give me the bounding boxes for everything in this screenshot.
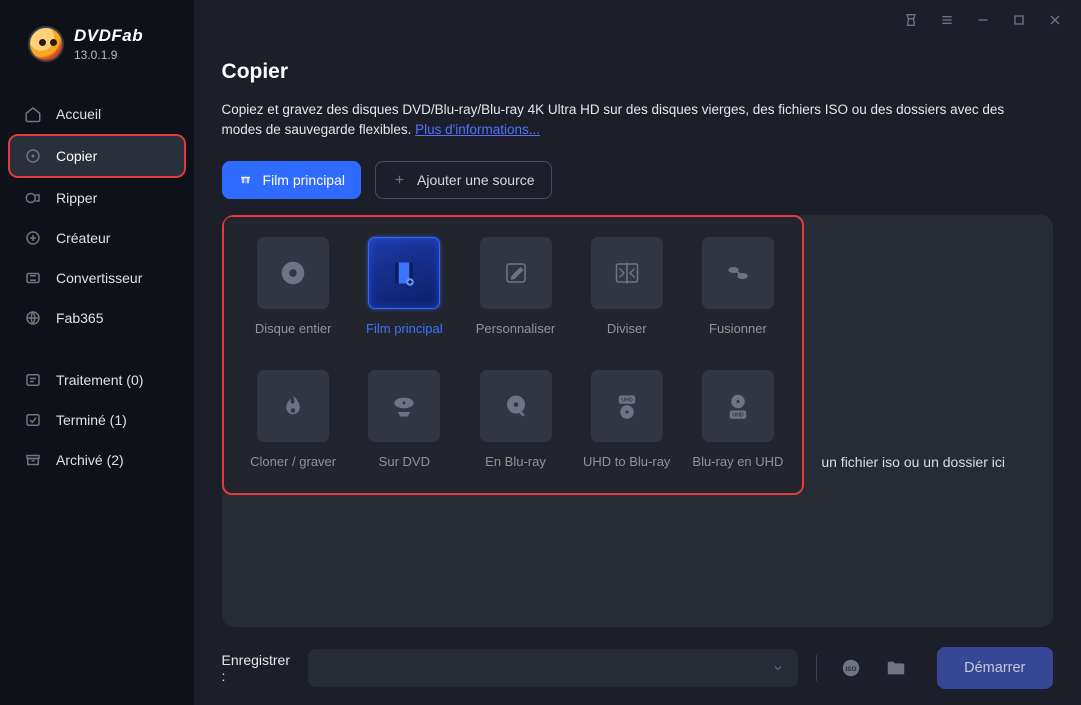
film-principal-button[interactable]: Film principal [222,161,361,199]
mode-bluray-to-uhd[interactable]: UHD Blu-ray en UHD [682,370,793,483]
save-destination-select[interactable] [308,649,798,687]
clapper-icon [238,172,253,187]
sidebar-item-label: Accueil [56,106,101,122]
button-label: Ajouter une source [417,172,535,188]
start-button[interactable]: Démarrer [937,647,1053,689]
bluray-to-uhd-icon: UHD [720,388,756,424]
sidebar-item-label: Archivé (2) [56,452,124,468]
uhd-to-bluray-icon: UHD [609,388,645,424]
dropzone-hint: un fichier iso ou un dossier ici [821,454,1005,470]
maximize-icon[interactable] [1011,12,1027,28]
sidebar-item-done[interactable]: Terminé (1) [10,400,184,440]
sidebar-item-home[interactable]: Accueil [10,94,184,134]
button-label: Film principal [263,172,345,188]
button-label: Démarrer [964,660,1025,676]
brand-block: DVDFab 13.0.1.9 [0,18,194,80]
mode-label: Personnaliser [476,321,556,336]
sidebar-item-ripper[interactable]: Ripper [10,178,184,218]
mode-full-disc[interactable]: Disque entier [238,237,349,350]
sidebar-item-label: Fab365 [56,310,103,326]
save-label: Enregistrer : [222,652,296,684]
dropzone[interactable]: Disque entier Film principal Personnalis… [222,215,1053,628]
archive-icon [24,451,42,469]
mode-label: Film principal [366,321,443,336]
folder-icon [885,657,907,679]
sidebar-item-label: Créateur [56,230,110,246]
to-dvd-icon [386,388,422,424]
menu-icon[interactable] [939,12,955,28]
converter-icon [24,269,42,287]
split-icon [609,255,645,291]
mode-main-movie[interactable]: Film principal [349,237,460,350]
mode-label: Blu-ray en UHD [692,454,783,469]
sidebar: DVDFab 13.0.1.9 Accueil Copier Ripper Cr… [0,0,194,705]
mode-label: Cloner / graver [250,454,336,469]
toolbar: Film principal Ajouter une source [222,161,1053,199]
sidebar-item-label: Traitement (0) [56,372,143,388]
footer-bar: Enregistrer : ISO Démarrer [222,647,1053,689]
sidebar-item-copier[interactable]: Copier [10,136,184,176]
done-icon [24,411,42,429]
sidebar-item-archived[interactable]: Archivé (2) [10,440,184,480]
iso-icon: ISO [840,657,862,679]
sidebar-item-fab365[interactable]: Fab365 [10,298,184,338]
page-title: Copier [222,60,1053,84]
film-icon [386,255,422,291]
main-area: Copier Copiez et gravez des disques DVD/… [194,0,1081,705]
sidebar-item-label: Ripper [56,190,97,206]
page-description-text: Copiez et gravez des disques DVD/Blu-ray… [222,102,1005,137]
sidebar-item-creator[interactable]: Créateur [10,218,184,258]
mode-uhd-to-bluray[interactable]: UHD UHD to Blu-ray [571,370,682,483]
add-source-button[interactable]: Ajouter une source [375,161,552,199]
mode-label: UHD to Blu-ray [583,454,670,469]
mode-merge[interactable]: Fusionner [682,237,793,350]
sidebar-item-label: Copier [56,148,97,164]
sidebar-nav: Accueil Copier Ripper Créateur Convertis… [0,94,194,480]
app-version: 13.0.1.9 [74,48,143,62]
app-name: DVDFab [74,26,143,46]
svg-text:UHD: UHD [621,397,633,403]
to-bluray-icon [498,388,534,424]
svg-text:ISO: ISO [845,666,856,673]
minimize-icon[interactable] [975,12,991,28]
sidebar-item-converter[interactable]: Convertisseur [10,258,184,298]
mode-to-dvd[interactable]: Sur DVD [349,370,460,483]
plus-icon [392,172,407,187]
burn-icon [275,388,311,424]
sidebar-item-processing[interactable]: Traitement (0) [10,360,184,400]
ripper-icon [24,189,42,207]
mode-label: Fusionner [709,321,767,336]
svg-text:UHD: UHD [732,412,744,418]
creator-icon [24,229,42,247]
app-logo-icon [28,26,64,62]
mode-label: Disque entier [255,321,332,336]
chevron-down-icon [772,662,784,674]
close-icon[interactable] [1047,12,1063,28]
separator [816,655,817,681]
sidebar-item-label: Convertisseur [56,270,142,286]
page-description: Copiez et gravez des disques DVD/Blu-ray… [222,100,1042,141]
mode-label: Sur DVD [379,454,430,469]
mode-label: Diviser [607,321,647,336]
merge-icon [720,255,756,291]
disc-icon [24,147,42,165]
sidebar-item-label: Terminé (1) [56,412,127,428]
theme-icon[interactable] [903,12,919,28]
processing-icon [24,371,42,389]
more-info-link[interactable]: Plus d'informations... [415,122,540,137]
mode-label: En Blu-ray [485,454,546,469]
titlebar [903,0,1081,40]
globe-icon [24,309,42,327]
folder-button[interactable] [880,651,913,685]
mode-split[interactable]: Diviser [571,237,682,350]
iso-button[interactable]: ISO [835,651,868,685]
customize-icon [498,255,534,291]
home-icon [24,105,42,123]
mode-clone-burn[interactable]: Cloner / graver [238,370,349,483]
mode-customize[interactable]: Personnaliser [460,237,571,350]
mode-to-bluray[interactable]: En Blu-ray [460,370,571,483]
modes-panel: Disque entier Film principal Personnalis… [222,215,804,495]
full-disc-icon [275,255,311,291]
